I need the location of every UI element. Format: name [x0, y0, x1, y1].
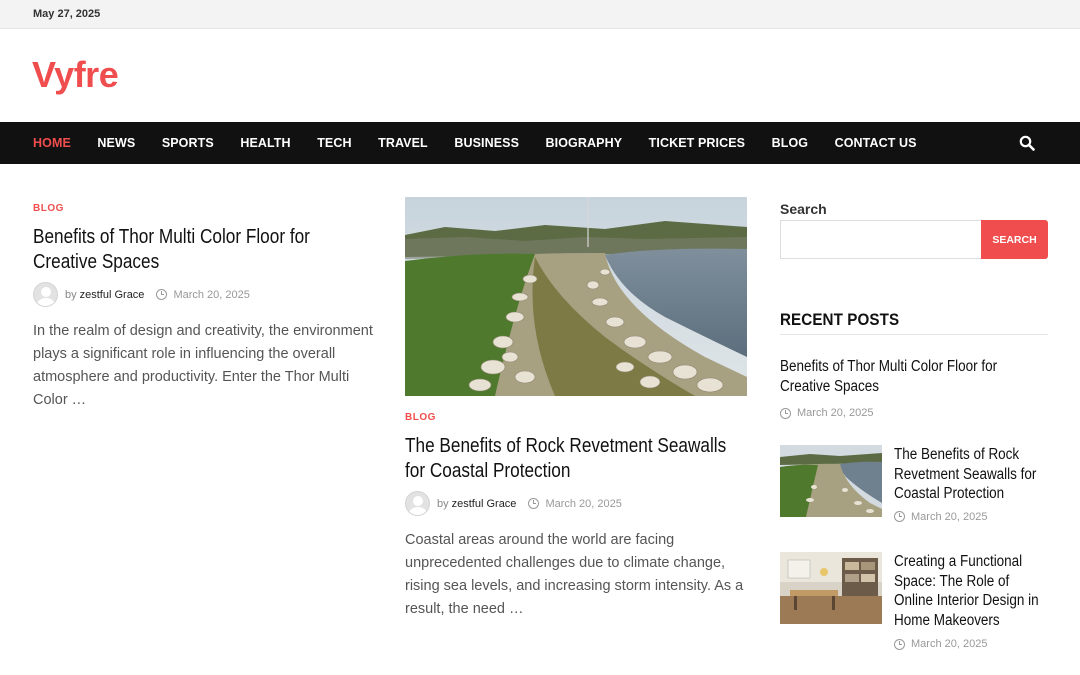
main-nav: HOME NEWS SPORTS HEALTH TECH TRAVEL BUSI… [0, 122, 1080, 164]
recent-post-meta: March 20, 2025 [780, 407, 1048, 419]
top-bar: May 27, 2025 [0, 0, 1080, 29]
nav-item-home[interactable]: HOME [33, 136, 71, 150]
post-category[interactable]: BLOG [405, 412, 747, 423]
nav-item-contact-us[interactable]: CONTACT US [835, 136, 917, 150]
clock-icon [894, 638, 905, 650]
recent-post: Creating a Functional Space: The Role of… [780, 552, 1048, 652]
recent-post-meta: March 20, 2025 [894, 511, 1048, 523]
nav-item-business[interactable]: BUSINESS [454, 136, 519, 150]
search-button[interactable]: SEARCH [981, 220, 1048, 259]
post-meta: by zestful Grace March 20, 2025 [405, 491, 747, 516]
recent-post-date[interactable]: March 20, 2025 [911, 638, 987, 650]
recent-post-meta: March 20, 2025 [894, 638, 1048, 650]
recent-post: Benefits of Thor Multi Color Floor for C… [780, 357, 1048, 419]
site-logo[interactable]: Vyfre [32, 54, 119, 96]
current-date: May 27, 2025 [33, 8, 101, 20]
nav-item-health[interactable]: HEALTH [240, 136, 290, 150]
post-card: BLOG Benefits of Thor Multi Color Floor … [33, 203, 373, 412]
recent-post: The Benefits of Rock Revetment Seawalls … [780, 445, 1048, 525]
recent-post-thumbnail[interactable] [780, 552, 882, 624]
by-label: by [65, 288, 77, 301]
clock-icon [528, 498, 540, 509]
nav-item-blog[interactable]: BLOG [772, 136, 809, 150]
nav-item-ticket-prices[interactable]: TICKET PRICES [649, 136, 745, 150]
nav-item-tech[interactable]: TECH [317, 136, 351, 150]
post-date[interactable]: March 20, 2025 [545, 498, 621, 510]
recent-posts-heading: RECENT POSTS [780, 311, 1048, 335]
avatar [405, 491, 430, 516]
search-input[interactable] [780, 220, 981, 259]
nav-item-biography[interactable]: BIOGRAPHY [546, 136, 623, 150]
nav-item-travel[interactable]: TRAVEL [378, 136, 428, 150]
recent-post-date[interactable]: March 20, 2025 [797, 407, 873, 419]
recent-posts-heading-text: RECENT POSTS [780, 311, 900, 329]
post-author[interactable]: zestful Grace [452, 498, 517, 510]
post-meta: by zestful Grace March 20, 2025 [33, 282, 373, 307]
sidebar: Search SEARCH RECENT POSTS Benefits of T… [780, 201, 1048, 650]
recent-post-title[interactable]: Benefits of Thor Multi Color Floor for C… [780, 357, 1032, 396]
post-title[interactable]: The Benefits of Rock Revetment Seawalls … [405, 434, 740, 484]
recent-post-date[interactable]: March 20, 2025 [911, 511, 987, 523]
clock-icon [780, 407, 791, 419]
featured-image[interactable] [405, 197, 747, 396]
post-excerpt: Coastal areas around the world are facin… [405, 532, 744, 617]
nav-item-sports[interactable]: SPORTS [162, 136, 214, 150]
clock-icon [894, 511, 905, 522]
search-icon[interactable] [1019, 135, 1035, 151]
post-card: BLOG The Benefits of Rock Revetment Seaw… [405, 197, 747, 621]
post-author[interactable]: zestful Grace [80, 289, 145, 301]
avatar [33, 282, 58, 307]
post-category[interactable]: BLOG [33, 203, 373, 214]
search-widget: SEARCH [780, 220, 1048, 259]
recent-post-thumbnail[interactable] [780, 445, 882, 517]
by-label: by [437, 497, 449, 510]
recent-post-title[interactable]: Creating a Functional Space: The Role of… [894, 552, 1049, 630]
post-excerpt: In the realm of design and creativity, t… [33, 323, 373, 408]
post-title[interactable]: Benefits of Thor Multi Color Floor for C… [33, 225, 360, 275]
search-widget-label: Search [780, 201, 827, 217]
recent-post-title[interactable]: The Benefits of Rock Revetment Seawalls … [894, 445, 1042, 504]
nav-item-news[interactable]: NEWS [97, 136, 135, 150]
post-date[interactable]: March 20, 2025 [173, 289, 249, 301]
clock-icon [156, 289, 168, 300]
